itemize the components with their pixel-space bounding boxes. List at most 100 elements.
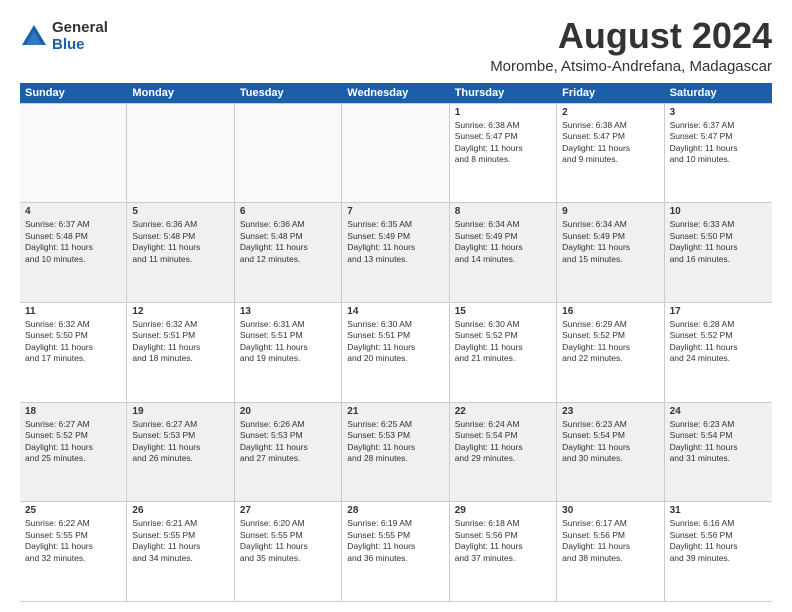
- day-number: 14: [347, 306, 443, 317]
- day-number: 15: [455, 306, 551, 317]
- calendar-cell: 17 Sunrise: 6:28 AM Sunset: 5:52 PM Dayli…: [665, 303, 772, 402]
- calendar-cell: 11 Sunrise: 6:32 AM Sunset: 5:50 PM Dayli…: [20, 303, 127, 402]
- calendar-cell: 25 Sunrise: 6:22 AM Sunset: 5:55 PM Dayli…: [20, 502, 127, 601]
- day-number: 16: [562, 306, 658, 317]
- calendar-cell: 27Sunrise: 6:20 AM Sunset: 5:55 PM Dayli…: [235, 502, 342, 601]
- day-number: 31: [670, 505, 767, 516]
- calendar-cell: 30 Sunrise: 6:17 AM Sunset: 5:56 PM Dayli…: [557, 502, 664, 601]
- day-number: 18: [25, 406, 121, 417]
- day-info: Sunrise: 6:34 AM Sunset: 5:49 PM Dayligh…: [562, 219, 658, 265]
- day-number: 8: [455, 206, 551, 217]
- calendar-cell: 5 Sunrise: 6:36 AM Sunset: 5:48 PM Daylig…: [127, 203, 234, 302]
- calendar-cell: 9 Sunrise: 6:34 AM Sunset: 5:49 PM Daylig…: [557, 203, 664, 302]
- day-info: Sunrise: 6:19 AM Sunset: 5:55 PM Dayligh…: [347, 518, 443, 564]
- calendar-cell: 31 Sunrise: 6:16 AM Sunset: 5:56 PM Dayli…: [665, 502, 772, 601]
- calendar-cell: 12 Sunrise: 6:32 AM Sunset: 5:51 PM Dayli…: [127, 303, 234, 402]
- day-number: 7: [347, 206, 443, 217]
- calendar-cell: 14 Sunrise: 6:30 AM Sunset: 5:51 PM Dayli…: [342, 303, 449, 402]
- day-info: Sunrise: 6:36 AM Sunset: 5:48 PM Dayligh…: [132, 219, 228, 265]
- title-section: August 2024 Morombe, Atsimo-Andrefana, M…: [490, 16, 772, 75]
- logo-blue: Blue: [52, 37, 108, 54]
- calendar-row-4: 25 Sunrise: 6:22 AM Sunset: 5:55 PM Dayli…: [20, 502, 772, 602]
- calendar-cell: 21 Sunrise: 6:25 AM Sunset: 5:53 PM Dayli…: [342, 403, 449, 502]
- calendar-cell: 26 Sunrise: 6:21 AM Sunset: 5:55 PM Dayli…: [127, 502, 234, 601]
- calendar-cell: 18 Sunrise: 6:27 AM Sunset: 5:52 PM Dayli…: [20, 403, 127, 502]
- day-info: Sunrise: 6:33 AM Sunset: 5:50 PM Dayligh…: [670, 219, 767, 265]
- page: General Blue August 2024 Morombe, Atsimo…: [0, 0, 792, 612]
- header-day-wednesday: Wednesday: [342, 83, 449, 103]
- calendar-cell: [20, 104, 127, 203]
- day-number: 3: [670, 107, 767, 118]
- calendar-cell: 24 Sunrise: 6:23 AM Sunset: 5:54 PM Dayli…: [665, 403, 772, 502]
- calendar-cell: 8Sunrise: 6:34 AM Sunset: 5:49 PM Daylig…: [450, 203, 557, 302]
- day-info: Sunrise: 6:31 AM Sunset: 5:51 PM Dayligh…: [240, 319, 336, 365]
- day-number: 5: [132, 206, 228, 217]
- calendar-row-1: 4Sunrise: 6:37 AM Sunset: 5:48 PM Daylig…: [20, 203, 772, 303]
- day-info: Sunrise: 6:27 AM Sunset: 5:52 PM Dayligh…: [25, 419, 121, 465]
- day-number: 25: [25, 505, 121, 516]
- day-info: Sunrise: 6:25 AM Sunset: 5:53 PM Dayligh…: [347, 419, 443, 465]
- day-info: Sunrise: 6:30 AM Sunset: 5:51 PM Dayligh…: [347, 319, 443, 365]
- day-info: Sunrise: 6:30 AM Sunset: 5:52 PM Dayligh…: [455, 319, 551, 365]
- calendar-cell: 20 Sunrise: 6:26 AM Sunset: 5:53 PM Dayli…: [235, 403, 342, 502]
- calendar: SundayMondayTuesdayWednesdayThursdayFrid…: [20, 83, 772, 602]
- calendar-cell: 16 Sunrise: 6:29 AM Sunset: 5:52 PM Dayli…: [557, 303, 664, 402]
- location: Morombe, Atsimo-Andrefana, Madagascar: [490, 58, 772, 75]
- calendar-cell: [235, 104, 342, 203]
- calendar-row-3: 18 Sunrise: 6:27 AM Sunset: 5:52 PM Dayli…: [20, 403, 772, 503]
- day-info: Sunrise: 6:22 AM Sunset: 5:55 PM Dayligh…: [25, 518, 121, 564]
- calendar-cell: 2Sunrise: 6:38 AM Sunset: 5:47 PM Daylig…: [557, 104, 664, 203]
- day-number: 21: [347, 406, 443, 417]
- calendar-body: 1 Sunrise: 6:38 AM Sunset: 5:47 PM Daylig…: [20, 103, 772, 602]
- day-number: 11: [25, 306, 121, 317]
- day-info: Sunrise: 6:32 AM Sunset: 5:51 PM Dayligh…: [132, 319, 228, 365]
- calendar-cell: [342, 104, 449, 203]
- calendar-row-2: 11 Sunrise: 6:32 AM Sunset: 5:50 PM Dayli…: [20, 303, 772, 403]
- calendar-cell: 28Sunrise: 6:19 AM Sunset: 5:55 PM Dayli…: [342, 502, 449, 601]
- day-info: Sunrise: 6:18 AM Sunset: 5:56 PM Dayligh…: [455, 518, 551, 564]
- calendar-cell: 3 Sunrise: 6:37 AM Sunset: 5:47 PM Daylig…: [665, 104, 772, 203]
- day-number: 20: [240, 406, 336, 417]
- day-number: 23: [562, 406, 658, 417]
- day-info: Sunrise: 6:27 AM Sunset: 5:53 PM Dayligh…: [132, 419, 228, 465]
- day-info: Sunrise: 6:37 AM Sunset: 5:47 PM Dayligh…: [670, 120, 767, 166]
- day-number: 22: [455, 406, 551, 417]
- calendar-cell: 10Sunrise: 6:33 AM Sunset: 5:50 PM Dayli…: [665, 203, 772, 302]
- day-number: 1: [455, 107, 551, 118]
- header-day-monday: Monday: [127, 83, 234, 103]
- header-day-tuesday: Tuesday: [235, 83, 342, 103]
- day-number: 12: [132, 306, 228, 317]
- header-day-saturday: Saturday: [665, 83, 772, 103]
- day-number: 30: [562, 505, 658, 516]
- calendar-cell: 23 Sunrise: 6:23 AM Sunset: 5:54 PM Dayli…: [557, 403, 664, 502]
- header: General Blue August 2024 Morombe, Atsimo…: [20, 16, 772, 75]
- day-info: Sunrise: 6:38 AM Sunset: 5:47 PM Dayligh…: [455, 120, 551, 166]
- day-info: Sunrise: 6:26 AM Sunset: 5:53 PM Dayligh…: [240, 419, 336, 465]
- day-info: Sunrise: 6:23 AM Sunset: 5:54 PM Dayligh…: [562, 419, 658, 465]
- header-day-sunday: Sunday: [20, 83, 127, 103]
- day-number: 24: [670, 406, 767, 417]
- day-info: Sunrise: 6:29 AM Sunset: 5:52 PM Dayligh…: [562, 319, 658, 365]
- day-info: Sunrise: 6:28 AM Sunset: 5:52 PM Dayligh…: [670, 319, 767, 365]
- day-info: Sunrise: 6:17 AM Sunset: 5:56 PM Dayligh…: [562, 518, 658, 564]
- day-number: 13: [240, 306, 336, 317]
- logo-general: General: [52, 20, 108, 37]
- day-number: 6: [240, 206, 336, 217]
- calendar-cell: 15 Sunrise: 6:30 AM Sunset: 5:52 PM Dayli…: [450, 303, 557, 402]
- calendar-cell: [127, 104, 234, 203]
- day-number: 26: [132, 505, 228, 516]
- day-info: Sunrise: 6:32 AM Sunset: 5:50 PM Dayligh…: [25, 319, 121, 365]
- logo-text: General Blue: [52, 20, 108, 53]
- day-info: Sunrise: 6:16 AM Sunset: 5:56 PM Dayligh…: [670, 518, 767, 564]
- day-number: 29: [455, 505, 551, 516]
- day-info: Sunrise: 6:23 AM Sunset: 5:54 PM Dayligh…: [670, 419, 767, 465]
- calendar-cell: 7Sunrise: 6:35 AM Sunset: 5:49 PM Daylig…: [342, 203, 449, 302]
- day-number: 17: [670, 306, 767, 317]
- month-year: August 2024: [490, 16, 772, 56]
- day-info: Sunrise: 6:21 AM Sunset: 5:55 PM Dayligh…: [132, 518, 228, 564]
- day-number: 19: [132, 406, 228, 417]
- day-number: 9: [562, 206, 658, 217]
- calendar-cell: 6Sunrise: 6:36 AM Sunset: 5:48 PM Daylig…: [235, 203, 342, 302]
- day-info: Sunrise: 6:37 AM Sunset: 5:48 PM Dayligh…: [25, 219, 121, 265]
- day-number: 27: [240, 505, 336, 516]
